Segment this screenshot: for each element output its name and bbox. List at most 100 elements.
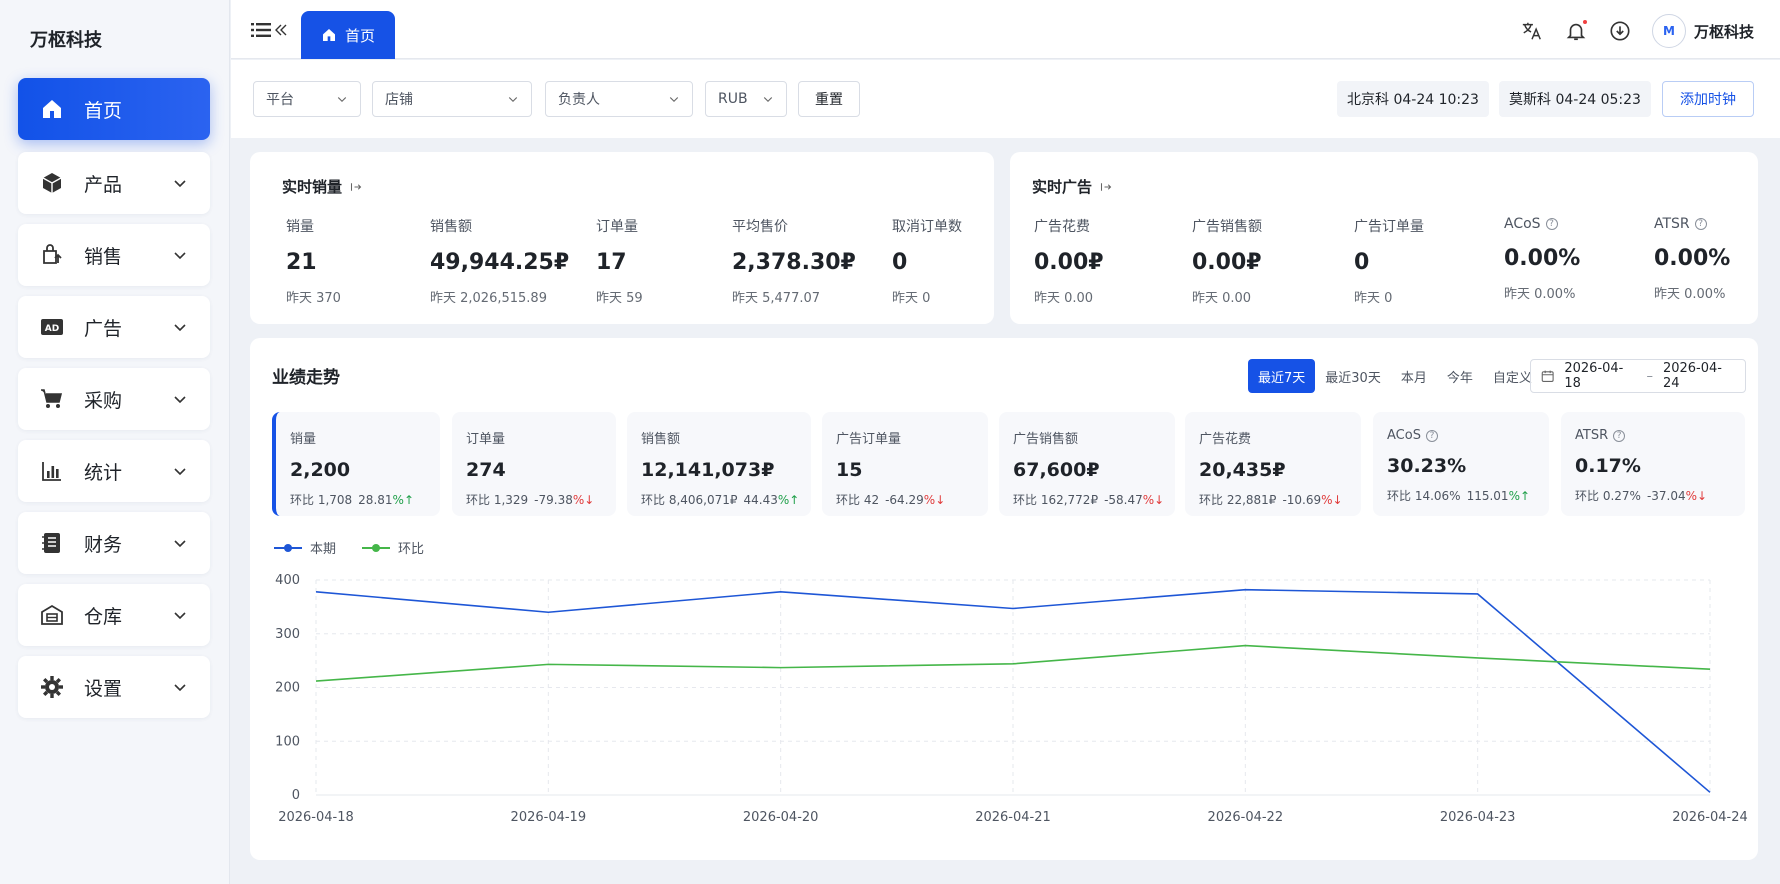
export-icon[interactable] — [1100, 181, 1112, 193]
realtime-sales-title: 实时销量 — [282, 176, 362, 197]
kpi-compare: 环比 0.27% -37.04%↓ — [1575, 487, 1731, 504]
kpi-pct: -37.04 — [1646, 489, 1686, 503]
chevron-down-icon — [174, 612, 186, 620]
data-point — [546, 662, 550, 666]
data-point — [1243, 588, 1247, 592]
pct-sign: % — [923, 493, 936, 507]
kpi-value: 0.17% — [1575, 455, 1641, 477]
metric-yesterday: 昨天 5,477.07 — [732, 291, 821, 306]
metric-value: 0 — [1354, 250, 1370, 275]
metric-acos: ACoS? 0.00% 昨天 0.00% — [1504, 216, 1580, 302]
range-this-month[interactable]: 本月 — [1391, 359, 1437, 393]
metric-label: 平均售价 — [732, 219, 788, 235]
kpi-label: 销售额 — [641, 432, 681, 447]
kpi-value: 15 — [836, 459, 863, 481]
help-icon[interactable]: ? — [1613, 429, 1626, 442]
metric-label: 销量 — [286, 219, 314, 235]
tab-home[interactable]: 首页 — [301, 11, 395, 59]
top-bar: 首页 M 万枢科技 — [231, 0, 1780, 59]
arrow-down-icon: ↓ — [1154, 493, 1165, 507]
arrow-up-icon: ↑ — [789, 493, 800, 507]
add-clock-button[interactable]: 添加时钟 — [1662, 81, 1754, 117]
chevron-down-icon — [174, 252, 186, 260]
sidebar-item-finance[interactable]: 财务 — [18, 512, 210, 574]
metric-yesterday: 昨天 0 — [1354, 291, 1393, 306]
kpi-label: 广告销售额 — [1013, 432, 1079, 447]
kpi-orders[interactable]: 订单量 274 环比 1,329 -79.38%↓ — [452, 412, 616, 516]
sidebar-item-sales[interactable]: 销售 — [18, 224, 210, 286]
range-30days[interactable]: 最近30天 — [1315, 359, 1391, 393]
help-icon[interactable]: ? — [1545, 218, 1558, 230]
metric-label: 广告销售额 — [1192, 219, 1262, 235]
home-icon — [322, 29, 335, 41]
kpi-pct: -79.38 — [534, 493, 573, 507]
user-name: 万枢科技 — [1693, 22, 1754, 41]
metric-yesterday: 昨天 0 — [892, 291, 931, 306]
sidebar-item-ads[interactable]: AD 广告 — [18, 296, 210, 358]
range-this-year[interactable]: 今年 — [1437, 359, 1483, 393]
cube-icon — [40, 171, 64, 195]
kpi-acos[interactable]: ACoS? 30.23% 环比 14.06% 115.01%↑ — [1373, 412, 1549, 516]
platform-select[interactable]: 平台 — [253, 81, 361, 117]
kpi-sales-qty[interactable]: 销量 2,200 环比 1,708 28.81%↑ — [272, 412, 440, 516]
kpi-ad-orders[interactable]: 广告订单量 15 环比 42 -64.29%↓ — [822, 412, 988, 516]
metric-ad-orders: 广告订单量 0 昨天 0 — [1354, 216, 1424, 306]
metric-cancelled: 取消订单数 0 昨天 0 — [892, 216, 962, 306]
kpi-ad-sales[interactable]: 广告销售额 67,600₽ 环比 162,772₽ -58.47%↓ — [999, 412, 1175, 516]
legend-label: 本期 — [310, 542, 337, 557]
reset-button[interactable]: 重置 — [798, 81, 860, 117]
tab-label: 首页 — [344, 26, 375, 45]
arrow-up-icon: ↑ — [403, 493, 414, 507]
notification-button[interactable] — [1564, 19, 1588, 43]
kpi-label: 广告订单量 — [836, 432, 902, 447]
legend-item-compare[interactable]: 环比 — [362, 538, 424, 557]
sidebar-item-products[interactable]: 产品 — [18, 152, 210, 214]
kpi-compare: 环比 8,406,071₽ 44.43%↑ — [641, 491, 800, 508]
chevron-down-icon — [763, 97, 773, 103]
export-icon[interactable] — [350, 181, 362, 193]
metric-value: 21 — [286, 250, 317, 275]
store-select[interactable]: 店铺 — [372, 81, 532, 117]
kpi-compare: 环比 22,881₽ -10.69%↓ — [1199, 491, 1347, 508]
sidebar-item-settings[interactable]: 设置 — [18, 656, 210, 718]
metric-label: 取消订单数 — [892, 219, 962, 235]
sidebar-item-home[interactable]: 首页 — [18, 78, 210, 140]
pct-sign: % — [777, 493, 790, 507]
ad-icon: AD — [40, 315, 64, 339]
download-button[interactable] — [1608, 19, 1632, 43]
currency-select[interactable]: RUB — [705, 81, 787, 117]
sidebar-item-warehouse[interactable]: 仓库 — [18, 584, 210, 646]
metric-yesterday: 昨天 2,026,515.89 — [430, 291, 547, 306]
kpi-ad-spend[interactable]: 广告花费 20,435₽ 环比 22,881₽ -10.69%↓ — [1185, 412, 1361, 516]
trend-line-chart: 0 100 200 300 400 2026-04-18 2026-04-19 2026-04… — [275, 573, 1748, 825]
legend-item-current[interactable]: 本期 — [274, 538, 336, 557]
date-range-picker[interactable]: 2026-04-18 – 2026-04-24 — [1530, 359, 1746, 393]
metric-yesterday: 昨天 0.00% — [1504, 287, 1576, 302]
kpi-pct: -58.47 — [1104, 493, 1143, 507]
kpi-sales-amount[interactable]: 销售额 12,141,073₽ 环比 8,406,071₽ 44.43%↑ — [627, 412, 811, 516]
metric-yesterday: 昨天 59 — [596, 291, 643, 306]
range-7days[interactable]: 最近7天 — [1248, 359, 1316, 393]
chevron-down-icon — [669, 97, 679, 103]
date-end: 2026-04-24 — [1662, 361, 1722, 391]
kpi-value: 67,600₽ — [1013, 459, 1100, 481]
help-icon[interactable]: ? — [1694, 218, 1707, 230]
arrow-down-icon: ↓ — [1332, 493, 1343, 507]
sidebar-item-purchase[interactable]: 采购 — [18, 368, 210, 430]
pct-sign: % — [1508, 489, 1520, 503]
translate-button[interactable] — [1520, 19, 1544, 43]
metric-value: 0.00% — [1504, 246, 1581, 271]
owner-select[interactable]: 负责人 — [545, 81, 693, 117]
help-icon[interactable]: ? — [1425, 429, 1438, 442]
user-menu[interactable]: M 万枢科技 — [1651, 14, 1754, 48]
metric-label-row: ATSR? — [1654, 216, 1730, 232]
pct-sign: % — [392, 493, 404, 507]
menu-collapse-button[interactable] — [251, 20, 291, 40]
sidebar-item-label: 广告 — [84, 317, 123, 340]
kpi-atsr[interactable]: ATSR? 0.17% 环比 0.27% -37.04%↓ — [1561, 412, 1745, 516]
data-point — [1011, 662, 1015, 666]
pct-sign: % — [1321, 493, 1333, 507]
kpi-value: 30.23% — [1387, 455, 1467, 477]
sidebar-item-stats[interactable]: 统计 — [18, 440, 210, 502]
trend-title: 业绩走势 — [272, 368, 340, 388]
